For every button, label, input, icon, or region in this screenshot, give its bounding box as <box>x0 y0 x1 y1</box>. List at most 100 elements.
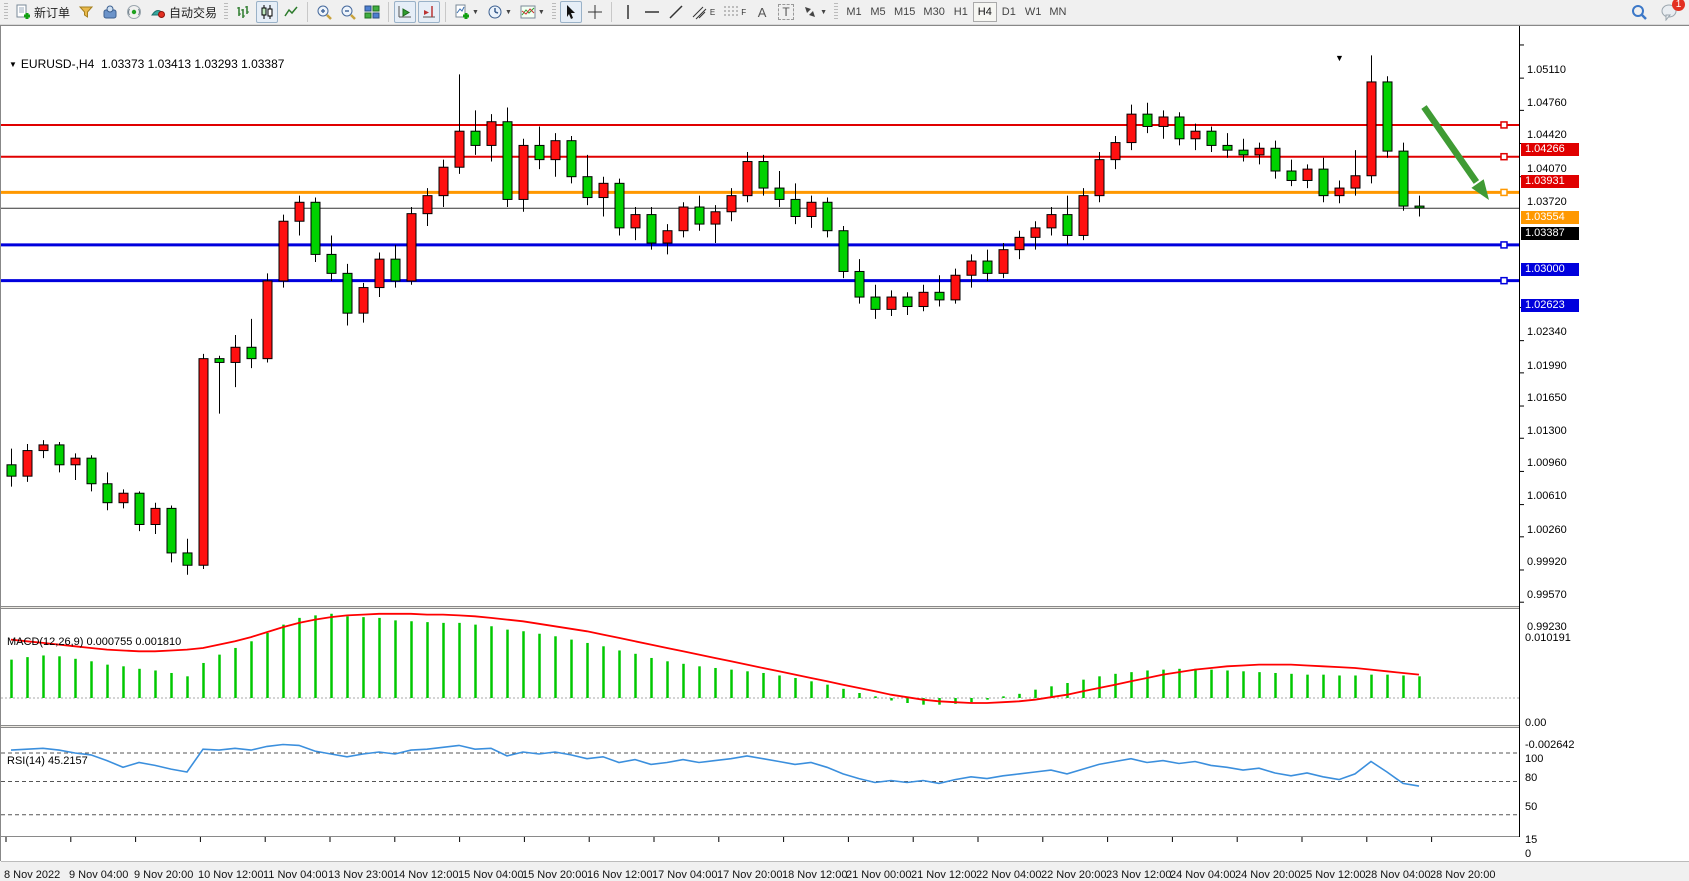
line-chart-button[interactable] <box>280 1 302 23</box>
notification-badge: 1 <box>1672 0 1685 11</box>
zoom-out-button[interactable] <box>337 1 359 23</box>
price-tick-label: 1.00610 <box>1527 490 1567 502</box>
chart-window[interactable]: 1.051101.047601.044201.040701.037201.023… <box>0 25 1689 861</box>
monitor-user-icon <box>102 4 118 20</box>
toolbar-separator <box>611 2 612 22</box>
date-tick-label: 11 Nov 04:00 <box>263 869 328 881</box>
chart-ohlc-values: 1.03373 1.03413 1.03293 1.03387 <box>101 57 285 71</box>
price-tick-label: 1.01650 <box>1527 392 1567 404</box>
price-tick-label: 0.99920 <box>1527 556 1567 568</box>
candlestick-chart-button[interactable] <box>256 1 278 23</box>
date-tick-label: 22 Nov 04:00 <box>976 869 1041 881</box>
crosshair-button[interactable] <box>584 1 606 23</box>
funnel-icon <box>78 4 94 20</box>
bar-chart-button[interactable] <box>232 1 254 23</box>
price-line-tag: 1.03554 <box>1521 211 1579 224</box>
trendline-icon <box>668 4 684 20</box>
chart-title: ▼ EURUSD-,H4 1.03373 1.03413 1.03293 1.03… <box>9 57 284 71</box>
timeframe-M1[interactable]: M1 <box>842 2 866 22</box>
price-tick-label: 1.04760 <box>1527 97 1567 109</box>
date-tick-label: 8 Nov 2022 <box>4 869 60 881</box>
template-icon <box>520 4 536 20</box>
zoom-in-icon <box>316 4 332 20</box>
signal-icon <box>126 4 142 20</box>
auto-trading-label: 自动交易 <box>169 4 217 21</box>
chart-symbol-period: EURUSD-,H4 <box>21 57 94 71</box>
toolbar-separator <box>445 2 446 22</box>
market-watch-button[interactable] <box>75 1 97 23</box>
date-tick-label: 9 Nov 04:00 <box>69 869 128 881</box>
auto-trading-icon <box>150 4 166 20</box>
indicator-add-icon <box>454 4 470 20</box>
vertical-line-tool[interactable] <box>617 1 639 23</box>
timeframe-W1[interactable]: W1 <box>1021 2 1046 22</box>
text-label-tool[interactable]: T <box>775 1 797 23</box>
date-tick-label: 23 Nov 12:00 <box>1106 869 1171 881</box>
timeframe-M15[interactable]: M15 <box>890 2 919 22</box>
date-tick-label: 17 Nov 20:00 <box>717 869 782 881</box>
price-tick-label: 1.04420 <box>1527 129 1567 141</box>
templates-button[interactable]: ▼ <box>517 1 548 23</box>
main-toolbar: 新订单 自动交易 <box>0 0 1689 25</box>
price-tick-label: 0.99570 <box>1527 589 1567 601</box>
tile-windows-button[interactable] <box>361 1 383 23</box>
rsi-axis-label: 100 <box>1525 753 1543 765</box>
channel-sub-label: E <box>710 8 715 17</box>
current-price-tag: 1.03387 <box>1521 227 1579 240</box>
timeframe-H1[interactable]: H1 <box>949 2 973 22</box>
signals-button[interactable] <box>123 1 145 23</box>
timeframe-D1[interactable]: D1 <box>997 2 1021 22</box>
fibonacci-icon <box>723 4 741 20</box>
text-tool[interactable]: A <box>751 1 773 23</box>
date-tick-label: 17 Nov 04:00 <box>652 869 717 881</box>
timeframe-M5[interactable]: M5 <box>866 2 890 22</box>
line-chart-icon <box>283 4 299 20</box>
date-tick-label: 24 Nov 04:00 <box>1170 869 1235 881</box>
chart-shift-button[interactable] <box>418 1 440 23</box>
zoom-in-button[interactable] <box>313 1 335 23</box>
channel-tool[interactable]: E <box>689 1 718 23</box>
price-line-tag: 1.03931 <box>1521 175 1579 188</box>
add-indicator-button[interactable]: ▼ <box>451 1 482 23</box>
chevron-down-icon: ▼ <box>505 9 512 16</box>
toolbar-separator <box>388 2 389 22</box>
arrows-icon <box>802 4 818 20</box>
text-label-tool-label: T <box>778 4 793 20</box>
rsi-axis-label: 0 <box>1525 848 1531 860</box>
timeframe-M30[interactable]: M30 <box>919 2 948 22</box>
trendline-tool[interactable] <box>665 1 687 23</box>
notifications-button[interactable]: 1 <box>1657 1 1681 23</box>
rsi-axis-label: 50 <box>1525 801 1537 813</box>
timeframe-group: M1M5M15M30H1H4D1W1MN <box>842 2 1070 22</box>
chart-shift-marker-icon[interactable]: ▼ <box>1335 53 1344 63</box>
price-line-tag: 1.04266 <box>1521 143 1579 156</box>
chart-canvas[interactable] <box>1 26 1689 862</box>
fibonacci-tool[interactable]: F <box>720 1 749 23</box>
date-tick-label: 18 Nov 12:00 <box>782 869 847 881</box>
date-tick-label: 16 Nov 12:00 <box>587 869 652 881</box>
rsi-axis-label: 80 <box>1525 772 1537 784</box>
new-order-icon <box>15 4 31 20</box>
macd-axis-label: 0.010191 <box>1525 632 1571 644</box>
auto-scroll-button[interactable] <box>394 1 416 23</box>
macd-indicator-label: MACD(12,26,9) 0.000755 0.001810 <box>7 636 181 648</box>
timeframe-H4[interactable]: H4 <box>973 2 997 22</box>
date-tick-label: 13 Nov 23:00 <box>328 869 393 881</box>
search-button[interactable] <box>1627 1 1651 23</box>
terminal-button[interactable] <box>99 1 121 23</box>
periods-button[interactable]: ▼ <box>484 1 515 23</box>
date-tick-label: 9 Nov 20:00 <box>134 869 193 881</box>
fibonacci-sub-label: F <box>741 8 746 17</box>
chevron-down-icon: ▼ <box>538 9 545 16</box>
date-tick-label: 24 Nov 20:00 <box>1235 869 1300 881</box>
auto-trading-button[interactable]: 自动交易 <box>147 1 220 23</box>
arrows-tool[interactable]: ▼ <box>799 1 830 23</box>
chart-shift-icon <box>421 4 437 20</box>
new-order-label: 新订单 <box>34 4 70 21</box>
chart-dropdown-icon[interactable]: ▼ <box>9 60 17 69</box>
new-order-button[interactable]: 新订单 <box>12 1 73 23</box>
cursor-button[interactable] <box>560 1 582 23</box>
horizontal-line-tool[interactable] <box>641 1 663 23</box>
macd-axis-label: -0.002642 <box>1525 739 1575 751</box>
timeframe-MN[interactable]: MN <box>1045 2 1070 22</box>
